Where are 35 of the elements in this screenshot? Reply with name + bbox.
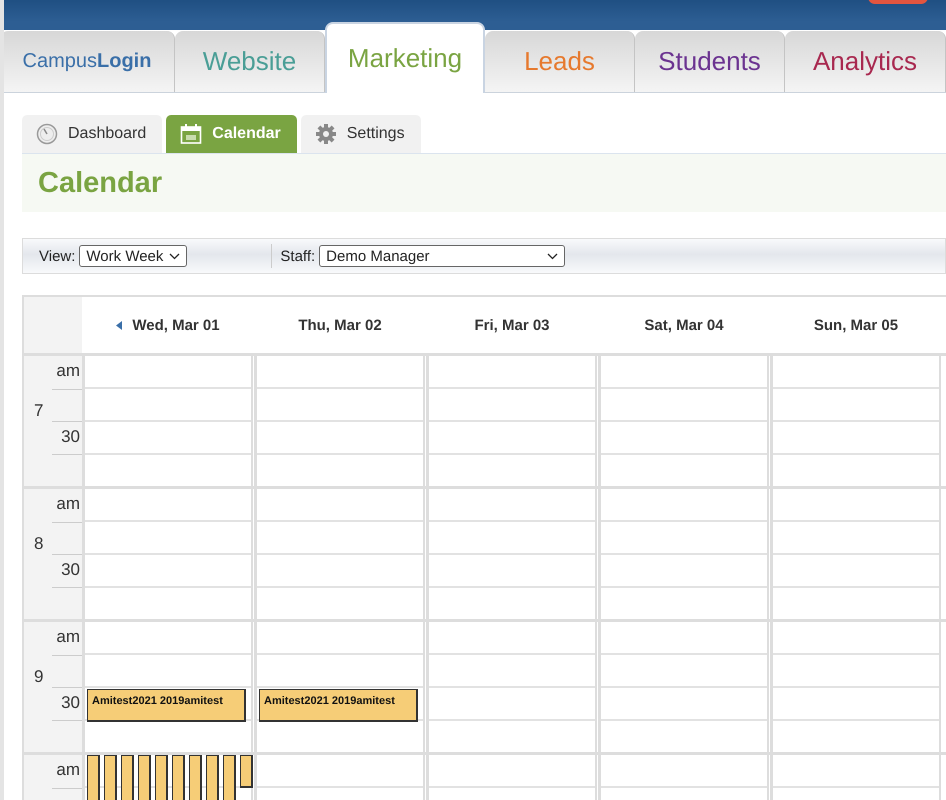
time-label: 30 (61, 427, 80, 446)
previous-arrow-icon[interactable] (116, 320, 122, 330)
day-header: Sat, Mar 04 (644, 316, 724, 334)
time-label: 30 (61, 693, 80, 712)
time-label: am (56, 627, 80, 646)
sub-tab[interactable]: Dashboard (22, 115, 162, 153)
header-corner (24, 297, 82, 353)
main-tab[interactable]: Analytics (785, 31, 946, 92)
sub-tab[interactable]: Settings (300, 115, 421, 153)
settings-icon (314, 123, 337, 145)
hour-label: 7 (34, 401, 44, 421)
time-label: am (56, 494, 80, 513)
staff-select[interactable]: Demo Manager (319, 245, 566, 267)
event-block[interactable] (240, 755, 253, 788)
day-header: Wed, Mar 01 (132, 316, 220, 334)
main-tab[interactable]: Students (635, 31, 785, 92)
gauge-icon (36, 123, 58, 145)
hour-label: 8 (34, 534, 44, 554)
time-label: am (56, 760, 80, 779)
chevron-icon (169, 252, 180, 260)
time-label: 30 (61, 560, 80, 579)
view-label: View: (39, 248, 76, 264)
calendar-icon (180, 123, 202, 145)
event-block[interactable]: Amitest2021 2019amitest (259, 688, 418, 722)
logo[interactable]: CampusLogin (4, 31, 175, 92)
chevron-icon (547, 252, 558, 260)
day-header: Thu, Mar 02 (298, 316, 382, 334)
hour-label: 9 (34, 667, 44, 687)
day-header: Sun, Mar 05 (814, 316, 898, 334)
staff-label: Staff: (280, 248, 316, 264)
event-block[interactable]: Amitest2021 2019amitest (87, 688, 246, 722)
day-header: Fri, Mar 03 (474, 316, 550, 334)
time-label: am (56, 361, 80, 380)
page-title: Calendar (38, 166, 162, 200)
view-select[interactable]: Work Week (79, 245, 188, 267)
